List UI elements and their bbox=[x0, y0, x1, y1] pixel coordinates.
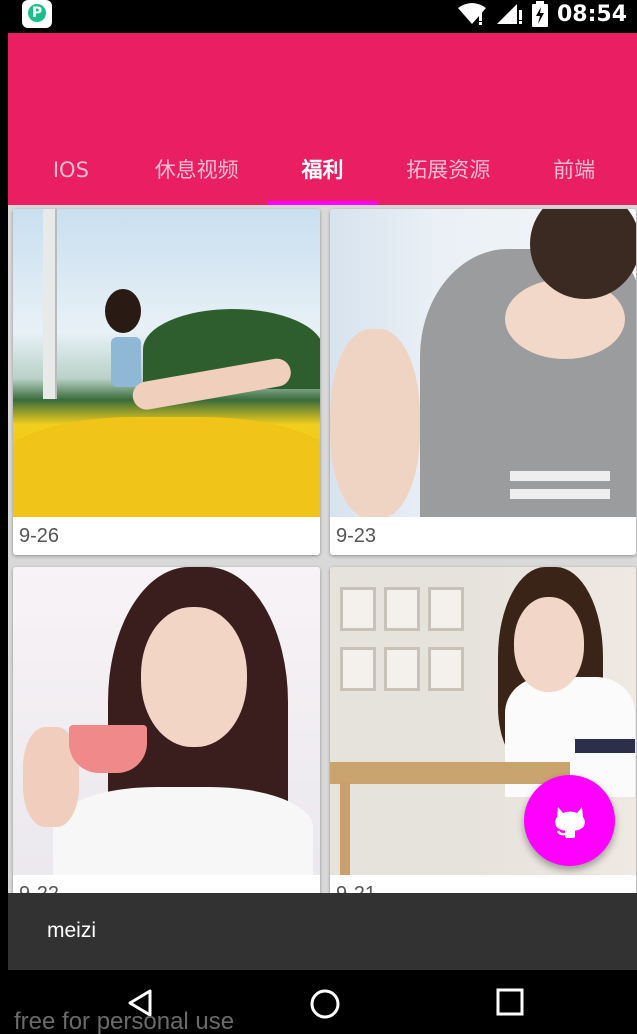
snackbar: meizi bbox=[8, 893, 637, 970]
photo-woman-grey-top bbox=[330, 209, 636, 517]
tab-ios[interactable]: IOS bbox=[8, 137, 134, 205]
signal-icon bbox=[496, 4, 522, 24]
photo-card[interactable]: 9-26 bbox=[13, 209, 320, 555]
github-fab-button[interactable] bbox=[524, 775, 615, 866]
photo-card[interactable]: 9-22 bbox=[13, 567, 320, 913]
tab-rest-video[interactable]: 休息视频 bbox=[134, 137, 260, 205]
github-octocat-icon bbox=[554, 806, 585, 838]
home-icon[interactable] bbox=[309, 988, 341, 1020]
app-window: IOS 休息视频 福利 拓展资源 前端 9-26 9-23 meizi bbox=[8, 33, 637, 970]
photo-woman-pink-cup bbox=[13, 567, 320, 875]
snackbar-message: meizi bbox=[47, 919, 97, 942]
watermark-text: free for personal use bbox=[14, 1008, 235, 1034]
card-date: 9-26 bbox=[19, 525, 60, 547]
photo-card[interactable]: 9-21 bbox=[330, 567, 636, 913]
card-date: 9-23 bbox=[336, 525, 377, 547]
tab-frontend[interactable]: 前端 bbox=[511, 137, 637, 205]
tab-welfare[interactable]: 福利 bbox=[260, 137, 386, 205]
status-icons: 08:54 bbox=[457, 0, 627, 28]
wifi-icon bbox=[457, 3, 486, 25]
photo-card[interactable]: 9-23 bbox=[330, 209, 636, 555]
app-notification-icon: P bbox=[22, 0, 52, 28]
battery-icon bbox=[531, 1, 548, 27]
photo-woman-on-yellow-boat bbox=[13, 209, 320, 517]
status-bar: P 08:54 bbox=[0, 0, 637, 33]
app-toolbar: IOS 休息视频 福利 拓展资源 前端 bbox=[8, 33, 637, 205]
recents-icon[interactable] bbox=[496, 988, 524, 1016]
tab-expand-resources[interactable]: 拓展资源 bbox=[385, 137, 511, 205]
tab-bar: IOS 休息视频 福利 拓展资源 前端 bbox=[8, 137, 637, 205]
status-time: 08:54 bbox=[556, 1, 627, 27]
